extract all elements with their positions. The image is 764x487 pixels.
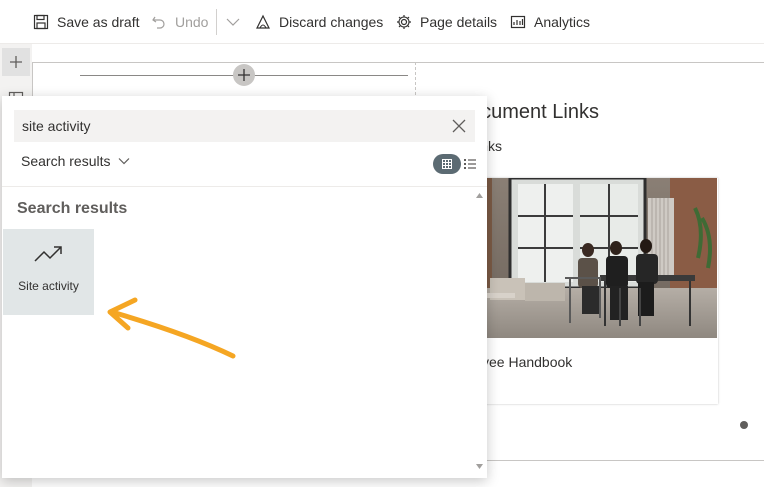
webpart-toolbox: Search results Search results Site activ…: [2, 96, 487, 478]
document-links-title: ocument Links: [470, 101, 599, 123]
webpart-tile-site-activity[interactable]: Site activity: [3, 229, 94, 315]
grid-view-toggle[interactable]: [433, 154, 461, 174]
discard-changes-button[interactable]: Discard changes: [255, 10, 383, 34]
scroll-up-icon[interactable]: [476, 193, 483, 198]
filter-label: Search results: [21, 153, 111, 169]
list-view-icon[interactable]: [463, 156, 477, 172]
search-input[interactable]: [22, 110, 432, 142]
annotation-arrow-icon: [107, 297, 236, 359]
filter-dropdown[interactable]: Search results: [21, 153, 130, 169]
toolbox-divider: [2, 186, 487, 187]
page-details-label: Page details: [420, 14, 498, 30]
analytics-button[interactable]: Analytics: [510, 10, 590, 34]
page-details-button[interactable]: Page details: [396, 10, 497, 34]
save-as-draft-button[interactable]: Save as draft: [33, 10, 140, 34]
chevron-down-icon: [226, 18, 240, 26]
add-webpart-button[interactable]: [233, 64, 255, 86]
office-meeting-image: [470, 178, 717, 338]
discard-changes-label: Discard changes: [279, 14, 384, 30]
more-options-dropdown[interactable]: [225, 10, 249, 34]
grid-icon: [442, 159, 452, 169]
analytics-icon: [510, 15, 526, 29]
discard-icon: [256, 14, 270, 29]
undo-icon: [152, 16, 165, 29]
save-icon: [33, 14, 49, 30]
plus-icon: [10, 56, 22, 68]
gear-icon: [397, 15, 411, 29]
undo-button[interactable]: Undo: [151, 10, 208, 34]
card-title: yee Handbook: [482, 354, 573, 370]
chevron-down-icon: [119, 158, 130, 165]
scrollbar[interactable]: [472, 186, 487, 478]
scroll-down-icon[interactable]: [476, 464, 483, 469]
toolbar-divider: [216, 9, 217, 35]
close-icon[interactable]: [451, 118, 467, 134]
save-as-draft-label: Save as draft: [57, 14, 140, 30]
undo-label: Undo: [175, 14, 209, 30]
plus-icon: [238, 69, 250, 81]
webpart-tile-label: Site activity: [18, 279, 79, 293]
carousel-dot[interactable]: [740, 421, 748, 429]
trending-up-icon: [34, 246, 62, 262]
toolbox-button[interactable]: [2, 48, 30, 76]
search-box: [14, 110, 475, 142]
command-bar: Save as draft Undo Discard changes Page …: [0, 0, 764, 44]
results-heading: Search results: [17, 200, 128, 217]
document-card[interactable]: yee Handbook: [470, 178, 718, 404]
analytics-label: Analytics: [534, 14, 591, 30]
